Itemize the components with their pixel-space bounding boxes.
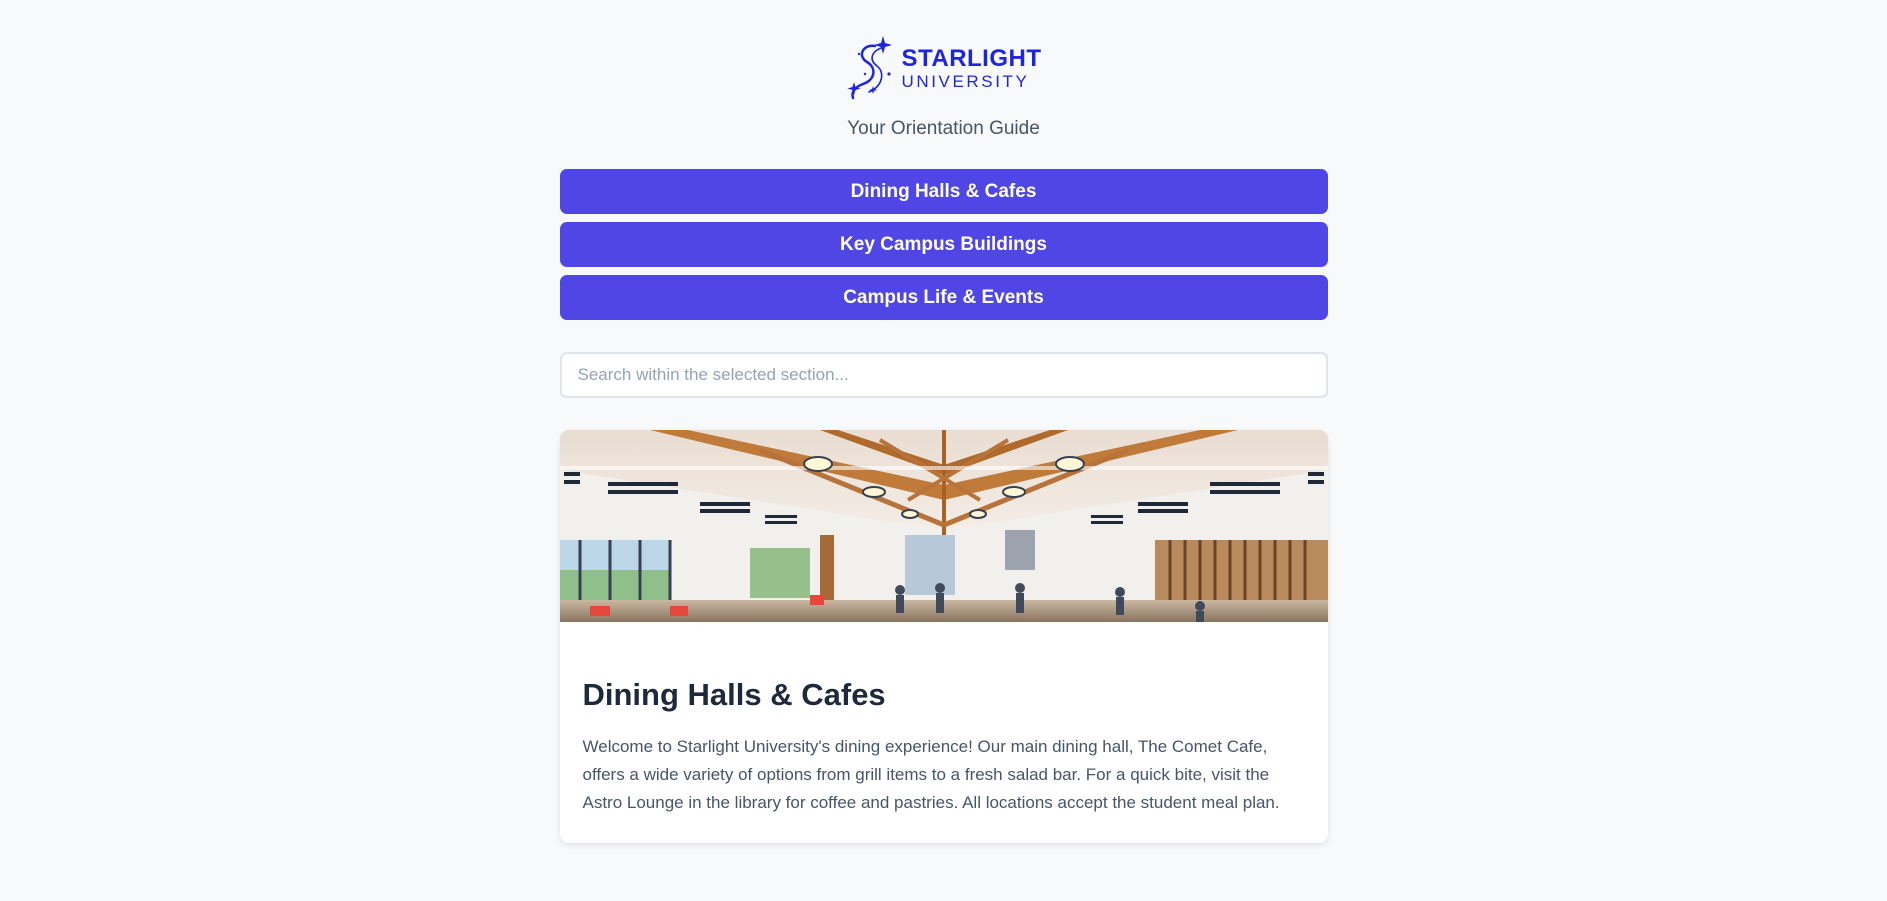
section-card: Dining Halls & Cafes Welcome to Starligh… [559, 430, 1328, 843]
section-search-input[interactable] [559, 352, 1328, 398]
section-description: Welcome to Starlight University's dining… [582, 737, 1280, 813]
logo-wordmark: STARLIGHT UNIVERSITY [901, 44, 1042, 91]
page-tagline: Your Orientation Guide [847, 118, 1040, 139]
logo-name-line2: UNIVERSITY [901, 71, 1030, 91]
dining-hall-photo [559, 430, 1328, 622]
section-nav: Dining Halls & Cafes Key Campus Building… [559, 169, 1328, 320]
dining-halls-button[interactable]: Dining Halls & Cafes [559, 169, 1328, 214]
orientation-page: STARLIGHT UNIVERSITY Your Orientation Gu… [0, 0, 1887, 901]
section-card-body: Dining Halls & Cafes Welcome to Starligh… [560, 622, 1328, 817]
shooting-star-logo-icon [847, 36, 893, 100]
campus-life-events-button[interactable]: Campus Life & Events [559, 275, 1328, 320]
key-campus-buildings-button[interactable]: Key Campus Buildings [559, 222, 1328, 267]
logo-name-line1: STARLIGHT [901, 44, 1042, 72]
starlight-university-logo[interactable]: STARLIGHT UNIVERSITY [845, 34, 1041, 102]
section-title: Dining Halls & Cafes [582, 677, 886, 712]
